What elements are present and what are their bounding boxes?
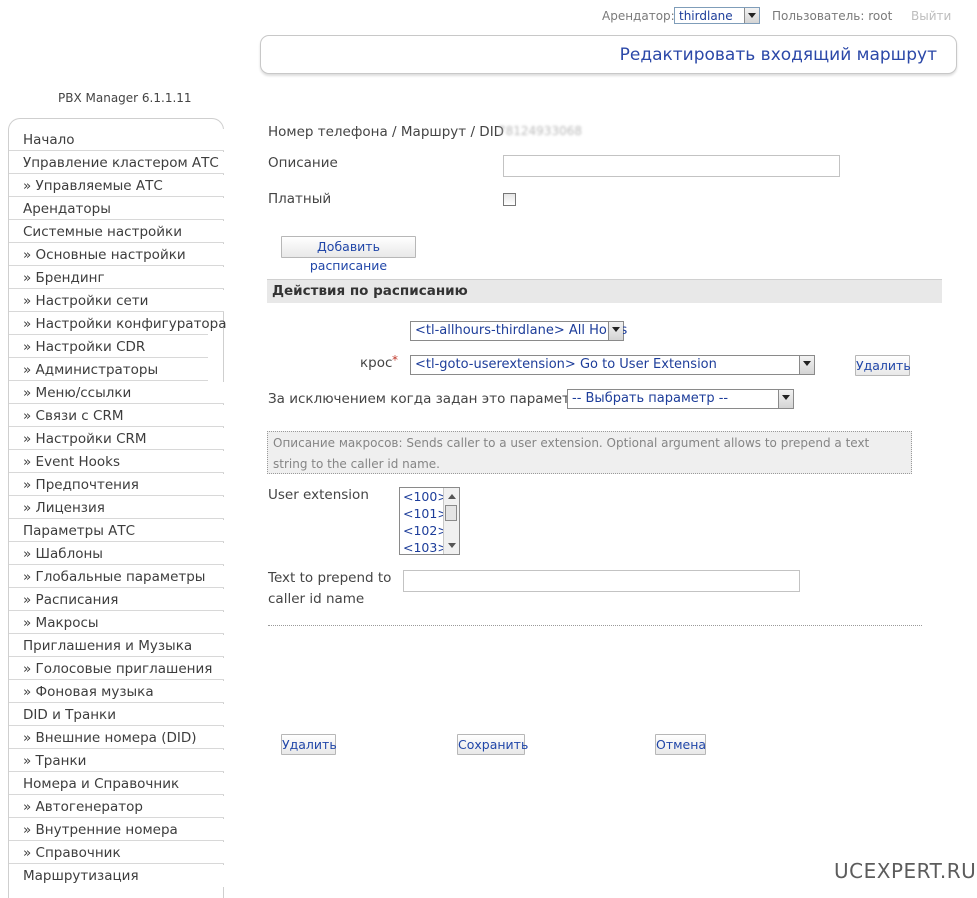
description-input[interactable] [503,155,840,177]
page-title: Редактировать входящий маршрут [619,45,937,65]
sidebar-item-tenants[interactable]: Арендаторы [9,198,224,220]
user-extension-label: User extension [268,487,369,503]
page-title-box: Редактировать входящий маршрут [260,35,957,74]
sidebar-item-event-hooks[interactable]: » Event Hooks [9,451,224,473]
chevron-down-icon [608,322,623,340]
sidebar-item-cdr[interactable]: » Настройки CDR [9,336,208,358]
sidebar-item-schedules[interactable]: » Расписания [9,589,224,611]
sidebar-item-crm-settings[interactable]: » Настройки CRM [9,428,224,450]
sidebar-item-crm-links[interactable]: » Связи с CRM [9,405,224,427]
schedule-select-value: <tl-allhours-thirdlane> All Hours [415,323,628,338]
sidebar-item-voice-prompts[interactable]: » Голосовые приглашения [9,658,224,680]
save-button[interactable]: Сохранить [457,734,528,755]
sidebar-item-cluster[interactable]: Управление кластером АТС [9,152,224,174]
list-scrollbar[interactable] [443,488,459,554]
sidebar-item-autogenerator[interactable]: » Автогенератор [9,796,224,818]
did-value: 78124933068 [498,124,582,138]
sidebar-item-directory[interactable]: » Справочник [9,842,224,864]
watermark: UCEXPERT.RU [834,859,977,883]
prepend-label-line2: caller id name [268,591,365,607]
chevron-down-icon [799,356,814,374]
schedule-actions-title: Действия по расписанию [272,283,468,299]
divider [268,625,922,626]
sidebar-item-managed-pbx[interactable]: » Управляемые АТС [9,175,224,197]
list-item[interactable]: <102> [403,523,448,538]
macro-required-mark: * [392,353,398,367]
tenant-label: Арендатор: [602,9,675,23]
sidebar-item-preferences[interactable]: » Предпочтения [9,474,224,496]
arrow-down-icon[interactable] [448,543,456,548]
sidebar-item-numbers-directory[interactable]: Номера и Справочник [9,773,224,795]
sidebar-item-home[interactable]: Начало [9,129,224,151]
sidebar-item-branding[interactable]: » Брендинг [9,267,224,289]
except-param-select[interactable]: -- Выбрать параметр -- [567,389,794,409]
tenant-select-value: thirdlane [679,9,733,23]
list-item[interactable]: <103> [403,540,448,554]
delete-row-button[interactable]: Удалить [855,355,911,376]
chevron-down-icon [778,390,793,408]
chevron-down-icon [744,8,759,23]
macro-select-value: <tl-goto-userextension> Go to User Exten… [415,357,717,372]
list-item[interactable]: <100> [403,489,448,504]
cancel-button[interactable]: Отмена [655,734,706,755]
prepend-input[interactable] [403,570,800,592]
macro-description: Описание макросов: Sends caller to a use… [267,431,912,474]
sidebar-item-extensions[interactable]: » Внутренние номера [9,819,224,841]
list-item[interactable]: <101> [403,506,448,521]
sidebar-item-music-on-hold[interactable]: » Фоновая музыка [9,681,224,703]
sidebar-item-admins[interactable]: » Администраторы [9,359,208,381]
did-label: Номер телефона / Маршрут / DID [268,124,505,140]
user-extension-list[interactable]: <100> <101> <102> <103> [399,487,460,555]
scrollbar-thumb[interactable] [445,505,457,521]
paid-label: Платный [268,191,332,207]
macro-select[interactable]: <tl-goto-userextension> Go to User Exten… [410,355,815,375]
sidebar-item-global-params[interactable]: » Глобальные параметры [9,566,224,588]
logout-link[interactable]: Выйти [911,9,951,23]
prepend-label-line1: Text to prepend to [268,570,392,586]
sidebar-item-pbx-params[interactable]: Параметры АТС [9,520,224,542]
sidebar-item-trunks[interactable]: » Транки [9,750,224,772]
delete-button[interactable]: Удалить [281,734,337,755]
schedule-select[interactable]: <tl-allhours-thirdlane> All Hours [410,321,628,341]
sidebar-item-menu-links[interactable]: » Меню/ссылки [9,382,224,404]
paid-checkbox[interactable] [503,193,516,206]
sidebar-item-configurator[interactable]: » Настройки конфигуратора [9,313,227,335]
add-schedule-button[interactable]: Добавить расписание [281,236,416,273]
sidebar-item-network[interactable]: » Настройки сети [9,290,224,312]
sidebar-item-macros[interactable]: » Макросы [9,612,224,634]
tenant-select[interactable]: thirdlane [674,7,760,24]
arrow-up-icon[interactable] [448,494,456,499]
schedule-actions-header: Действия по расписанию [267,279,942,303]
sidebar-item-license[interactable]: » Лицензия [9,497,224,519]
except-param-select-value: -- Выбрать параметр -- [572,391,729,406]
macro-label: крос [360,355,393,371]
sidebar-item-general-settings[interactable]: » Основные настройки [9,244,224,266]
sidebar-item-did-trunks[interactable]: DID и Транки [9,704,224,726]
sidebar-item-templates[interactable]: » Шаблоны [9,543,224,565]
sidebar-item-external-did[interactable]: » Внешние номера (DID) [9,727,224,749]
sidebar-item-system-settings[interactable]: Системные настройки [9,221,224,243]
version-label: PBX Manager 6.1.1.11 [58,91,192,105]
description-label: Описание [268,155,338,171]
except-label: За исключением когда задан это параметр [268,391,579,407]
sidebar-item-prompts-music[interactable]: Приглашения и Музыка [9,635,224,657]
user-label: Пользователь: root [772,9,893,23]
